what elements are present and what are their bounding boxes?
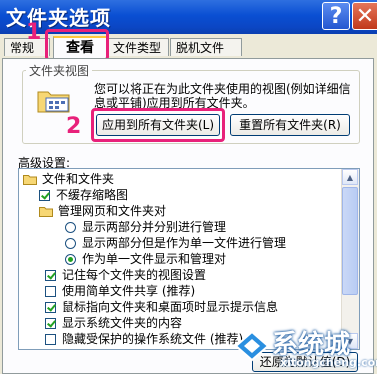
highlight-view-tab: [45, 29, 109, 61]
checkbox[interactable]: [45, 285, 56, 297]
tab-offline-files[interactable]: 脱机文件: [170, 38, 242, 56]
list-item[interactable]: 不缓存缩略图: [39, 187, 128, 203]
list-item[interactable]: 作为单一文件显示和管理对: [65, 251, 226, 267]
radio-button[interactable]: [65, 253, 76, 265]
list-item-label: 使用简单文件共享 (推荐): [62, 284, 196, 298]
list-item[interactable]: 鼠标指向文件夹和桌面项时显示提示信息: [45, 299, 278, 315]
list-item[interactable]: 使用简单文件共享 (推荐): [45, 283, 195, 299]
reset-all-folders-button[interactable]: 重置所有文件夹(R): [230, 114, 350, 136]
highlight-apply-button: [91, 108, 225, 142]
tab-file-types[interactable]: 文件类型: [107, 38, 169, 56]
list-item[interactable]: 记住每个文件夹的视图设置: [45, 267, 206, 283]
list-item: 文件和文件夹: [23, 171, 114, 187]
folder-icon: [23, 174, 37, 185]
list-item-label: 不缓存缩略图: [56, 188, 129, 202]
folder-icon: [39, 206, 53, 217]
radio-button[interactable]: [65, 237, 76, 249]
folder-views-title: 文件夹视图: [26, 62, 93, 79]
list-item[interactable]: 隐藏受保护的操作系统文件 (推荐): [45, 331, 243, 347]
list-item-label: 显示两部分但是作为单一文件进行管理: [82, 236, 287, 250]
folder-views-icon: [37, 91, 70, 113]
list-item-label: 管理网页和文件夹对: [58, 204, 167, 218]
watermark-url: xitongcheng.com: [280, 356, 377, 369]
checkbox[interactable]: [45, 317, 56, 329]
watermark-logo-icon: [234, 330, 270, 362]
list-item-label: 鼠标指向文件夹和桌面项时显示提示信息: [62, 300, 279, 314]
folder-views-description: 您可以将正在为此文件夹使用的视图(例如详细信息或平铺)应用到所有文件夹。: [94, 82, 351, 110]
step-1-marker: 1: [26, 20, 42, 45]
list-item-label: 隐藏受保护的操作系统文件 (推荐): [62, 332, 244, 346]
scroll-up-arrow-icon[interactable]: ▲: [342, 169, 358, 185]
close-button[interactable]: ✕: [352, 2, 377, 30]
list-item[interactable]: 显示系统文件夹的内容: [45, 315, 182, 331]
checkbox[interactable]: [45, 269, 56, 281]
window-title: 文件夹选项: [6, 6, 111, 30]
checkbox[interactable]: [39, 189, 50, 201]
help-button[interactable]: ?: [322, 2, 350, 30]
checkbox[interactable]: [45, 333, 56, 345]
list-item-label: 文件和文件夹: [42, 172, 115, 186]
step-2-marker: 2: [66, 114, 82, 139]
list-item-label: 记住每个文件夹的视图设置: [62, 268, 207, 282]
list-item-label: 显示两部分并分别进行管理: [82, 220, 227, 234]
watermark: 系统城 xitongcheng.com: [232, 322, 377, 374]
scroll-thumb[interactable]: [342, 187, 358, 295]
list-item[interactable]: 显示两部分并分别进行管理: [65, 219, 226, 235]
radio-button[interactable]: [65, 221, 76, 233]
list-item: 管理网页和文件夹对: [39, 203, 166, 219]
list-item-label: 作为单一文件显示和管理对: [82, 252, 227, 266]
list-item-label: 显示系统文件夹的内容: [62, 316, 183, 330]
checkbox[interactable]: [45, 301, 56, 313]
list-item[interactable]: 显示两部分但是作为单一文件进行管理: [65, 235, 286, 251]
